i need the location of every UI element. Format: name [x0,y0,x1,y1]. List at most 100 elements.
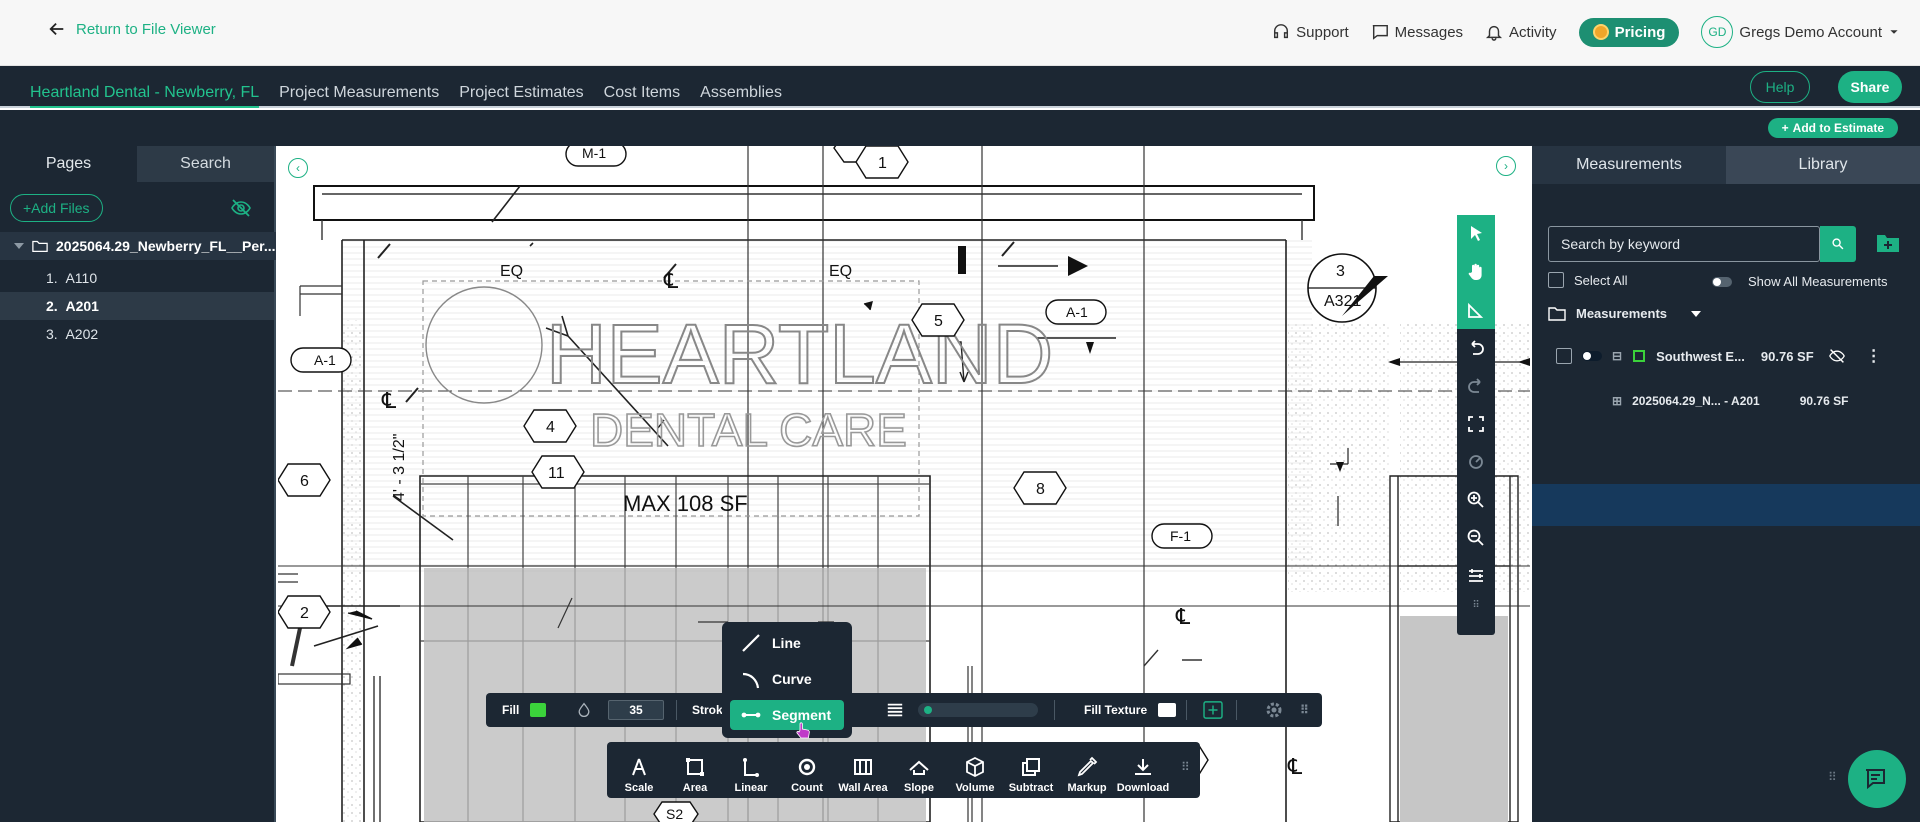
tab-library[interactable]: Library [1726,146,1920,184]
menu-item-line[interactable]: Line [730,628,844,658]
download-button[interactable]: Download [1115,748,1171,794]
page-number: 1. [46,270,58,286]
more-options-icon[interactable]: ⋮ [1866,346,1882,366]
arrow-left-icon [49,22,64,36]
drag-handle[interactable]: ⠿ [1181,760,1190,774]
tab-search[interactable]: Search [137,146,274,182]
fit-screen-button[interactable] [1457,405,1495,443]
page-item[interactable]: 1. A110 [0,264,274,292]
ref-tag: S2 [666,806,683,822]
activity-link[interactable]: Activity [1485,23,1557,41]
measure-tool-button[interactable] [1457,291,1495,329]
measurement-sub-item[interactable]: ⊞ 2025064.29_N... - A201 90.76 SF [1612,394,1848,408]
help-button[interactable]: Help [1750,71,1810,103]
tab-project-measurements[interactable]: Project Measurements [279,84,439,108]
measurement-checkbox[interactable] [1556,348,1572,364]
pan-tool-button[interactable] [1457,253,1495,291]
redo-button[interactable] [1457,367,1495,405]
menu-item-label: Line [772,635,801,651]
eq-right-label: EQ [829,263,852,280]
tool-label: Volume [955,782,995,794]
tool-label: Markup [1067,782,1107,794]
rotate-icon [1469,455,1483,469]
support-link[interactable]: Support [1272,23,1349,41]
drag-handle[interactable]: ⠿ [1300,693,1309,727]
slope-tool-button[interactable]: Slope [891,748,947,794]
zoom-out-button[interactable] [1457,519,1495,557]
add-box-icon[interactable] [1202,701,1224,719]
tool-label: Download [1116,782,1170,794]
page-list: 1. A110 2. A201 3. A202 [0,264,274,348]
share-button[interactable]: Share [1838,71,1902,103]
tab-assemblies[interactable]: Assemblies [700,84,782,108]
markup-tool-button[interactable]: Markup [1059,748,1115,794]
account-menu[interactable]: GD Gregs Demo Account [1701,16,1900,48]
ref-tag: A-1 [1066,304,1088,320]
expand-icon[interactable]: ⊞ [1612,394,1622,408]
page-item-selected[interactable]: 2. A201 [0,292,274,320]
search-input[interactable]: Search by keyword [1548,226,1820,262]
select-tool-button[interactable] [1457,215,1495,253]
folder-icon [32,240,48,252]
fill-label: Fill [502,703,520,717]
add-folder-icon[interactable] [1876,232,1900,254]
measurements-group[interactable]: Measurements [1548,306,1702,321]
tab-measurements[interactable]: Measurements [1532,146,1726,184]
show-all-toggle[interactable] [1712,276,1732,287]
drag-handle[interactable]: ⠿ [1828,770,1837,784]
layers-button[interactable] [1457,557,1495,595]
project-nav-bar: Heartland Dental - Newberry, FL Project … [0,66,1920,108]
wall-area-tool-button[interactable]: Wall Area [835,748,891,794]
measurement-row[interactable] [1532,484,1920,526]
scale-tool-button[interactable]: Scale [611,748,667,794]
tab-cost-items[interactable]: Cost Items [604,84,680,108]
show-all-row[interactable]: Show All Measurements [1712,274,1887,289]
return-to-file-viewer-link[interactable]: Return to File Viewer [48,20,216,38]
gear-icon[interactable] [1264,700,1284,720]
redo-icon [1468,378,1481,393]
curve-icon [742,672,760,689]
select-all-row[interactable]: Select All [1548,272,1627,288]
menu-item-segment[interactable]: Segment [730,700,844,730]
measurement-value: 90.76 SF [1760,348,1814,364]
folder-item[interactable]: 2025064.29_Newberry_FL__Per... [0,232,276,260]
group-label: Measurements [1576,306,1668,321]
undo-button[interactable] [1457,329,1495,367]
area-tool-button[interactable]: Area [667,748,723,794]
chat-button[interactable] [1848,750,1906,808]
add-files-button[interactable]: +Add Files [10,194,103,222]
messages-link[interactable]: Messages [1371,23,1463,41]
tab-pages[interactable]: Pages [0,146,137,182]
visibility-toggle[interactable] [1582,351,1602,361]
pricing-label: Pricing [1614,23,1666,41]
page-item[interactable]: 3. A202 [0,320,274,348]
tab-project-estimates[interactable]: Project Estimates [459,84,583,108]
slider-knob[interactable] [924,706,932,714]
pricing-button[interactable]: Pricing [1578,17,1680,47]
fill-texture-swatch[interactable] [1158,703,1176,717]
drag-handle[interactable]: ⠿ [1457,595,1495,615]
menu-item-curve[interactable]: Curve [730,664,844,694]
zoom-in-button[interactable] [1457,481,1495,519]
tab-project-name[interactable]: Heartland Dental - Newberry, FL [30,84,260,108]
measurement-item[interactable]: ⊟ Southwest E... 90.76 SF ⋮ [1556,346,1882,366]
add-to-estimate-button[interactable]: + Add to Estimate [1767,118,1898,138]
stroke-width-slider[interactable] [918,703,1038,717]
collapse-icon[interactable]: ⊟ [1612,349,1622,363]
opacity-input[interactable]: 35 [608,700,664,720]
next-page-button[interactable]: › [1496,156,1516,176]
prev-page-button[interactable]: ‹ [288,158,308,178]
fill-color-swatch[interactable] [530,703,546,717]
count-tool-button[interactable]: Count [779,748,835,794]
search-button[interactable] [1820,226,1856,262]
select-all-checkbox[interactable] [1548,272,1564,288]
linear-tool-button[interactable]: Linear [723,748,779,794]
line-icon [742,634,760,652]
dimension-label: 4' - 3 1/2" [391,434,408,501]
eye-off-icon[interactable] [1828,348,1846,364]
eye-off-icon[interactable] [230,198,252,218]
rotate-button[interactable] [1457,443,1495,481]
subtract-tool-button[interactable]: Subtract [1003,748,1059,794]
centerline-symbol: ℄ [381,389,397,414]
volume-tool-button[interactable]: Volume [947,748,1003,794]
